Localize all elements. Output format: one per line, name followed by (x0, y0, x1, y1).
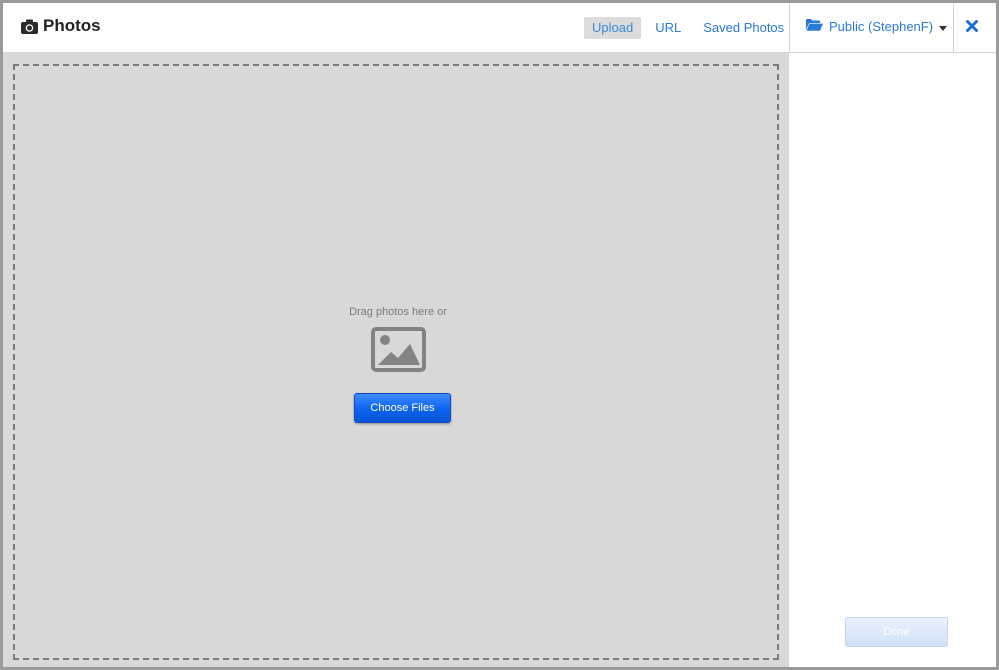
dialog-header: Photos Upload URL Saved Photos Public (S… (3, 3, 996, 53)
header-divider (953, 3, 954, 53)
image-icon (371, 327, 426, 377)
choose-files-button[interactable]: Choose Files (354, 393, 451, 423)
done-button[interactable]: Done (845, 617, 948, 647)
album-selector[interactable]: Public (StephenF) (806, 18, 948, 34)
upload-area: Drag photos here or Choose Files (3, 53, 789, 667)
photos-dialog: Photos Upload URL Saved Photos Public (S… (0, 0, 999, 670)
tab-upload[interactable]: Upload (584, 17, 642, 39)
tab-saved-photos[interactable]: Saved Photos (695, 17, 792, 39)
dialog-title-group: Photos (21, 16, 101, 36)
header-divider (789, 3, 790, 53)
tab-url[interactable]: URL (647, 17, 689, 39)
dialog-title: Photos (43, 16, 101, 35)
source-tabs: Upload URL Saved Photos (584, 17, 798, 39)
selection-panel: Done (790, 53, 996, 667)
drop-zone[interactable]: Drag photos here or Choose Files (13, 64, 779, 660)
drag-instruction: Drag photos here or (349, 306, 447, 318)
close-button[interactable] (966, 19, 978, 37)
caret-down-icon (939, 19, 948, 34)
album-label: Public (StephenF) (829, 18, 934, 34)
folder-open-icon (806, 18, 823, 34)
close-icon (966, 19, 978, 36)
camera-icon (21, 19, 38, 34)
